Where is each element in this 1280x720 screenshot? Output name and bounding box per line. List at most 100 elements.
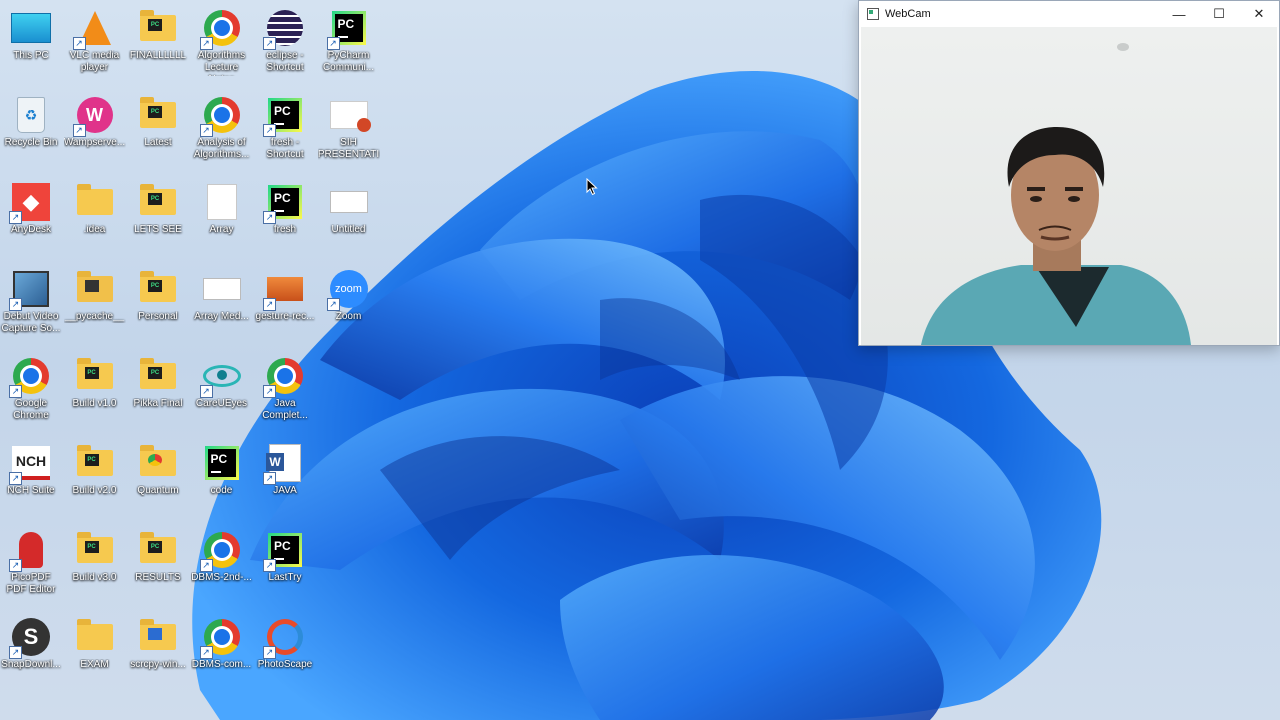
desktop-icon-folder-pc[interactable]: PC RESULTS: [127, 524, 189, 584]
desktop-icon-label: Build v1.0: [72, 398, 117, 409]
pycharm-icon: PC ↗: [263, 182, 305, 224]
desktop-icon-folder-dark[interactable]: __pycache__: [64, 263, 126, 323]
desktop-icon-label: scrcpy-win...: [130, 659, 186, 670]
desktop-icon-folder[interactable]: .idea: [64, 176, 126, 236]
desktop-icon-label: AnyDesk: [10, 224, 51, 235]
zoom-icon: zoom ↗: [326, 269, 369, 311]
shortcut-arrow-icon: ↗: [9, 298, 22, 311]
desktop-icon-folder-pc[interactable]: PC Personal: [127, 263, 189, 323]
shortcut-arrow-icon: ↗: [263, 559, 276, 572]
desktop-icon-folder-pc[interactable]: PC Pikka Final: [127, 350, 189, 410]
desktop-icon-label: PhotoScape: [257, 659, 313, 670]
desktop-icon-nch[interactable]: NCH ↗ NCH Suite: [0, 437, 62, 497]
desktop-icon-word[interactable]: W ↗ JAVA: [254, 437, 316, 497]
desktop-icon-chrome[interactable]: ↗ Analysis of Algorithms...: [191, 89, 253, 161]
desktop-icon-label: Recycle Bin: [4, 137, 58, 148]
desktop-icon-label: EXAM: [80, 659, 109, 670]
desktop-icon-pycharm[interactable]: PC ↗ fresh: [254, 176, 316, 236]
desktop-icon-chrome[interactable]: ↗ DBMS-com...: [191, 611, 253, 671]
desktop-icon-label: FINALLLLLL: [129, 50, 187, 61]
gesture-icon: ↗: [263, 269, 305, 311]
folder-blue-icon: [138, 617, 178, 657]
desktop-icon-wamp[interactable]: W ↗ Wampserve...: [64, 89, 126, 149]
folder-pc-icon: PC: [138, 95, 178, 135]
pycharm-icon: PC ↗: [326, 8, 369, 50]
desktop-icon-doc[interactable]: Array: [191, 176, 253, 236]
webcam-title-bar[interactable]: WebCam — ☐ ✕: [859, 1, 1279, 27]
folder-pc-icon: PC: [138, 8, 178, 48]
desktop-icon-label: Debut Video Capture So...: [1, 311, 61, 334]
folder-chrome-icon: [138, 443, 178, 483]
desktop-icon-label: CareUEyes: [195, 398, 248, 409]
folder-icon: [75, 182, 115, 222]
shortcut-arrow-icon: ↗: [9, 472, 22, 485]
eclipse-icon: ↗: [263, 8, 305, 50]
maximize-button[interactable]: ☐: [1199, 1, 1239, 27]
pico-icon: ↗: [9, 530, 51, 572]
chrome-icon: ↗: [199, 8, 242, 50]
desktop-icon-pycharm[interactable]: PC ↗ PyCharm Communi...: [318, 2, 380, 74]
webcam-video-feed: [861, 27, 1277, 345]
desktop-icon-label: DBMS-2nd-...: [191, 572, 252, 583]
desktop-icon-debut[interactable]: ↗ Debut Video Capture So...: [0, 263, 62, 335]
shortcut-arrow-icon: ↗: [326, 298, 340, 311]
eye-icon: ↗: [199, 356, 242, 398]
desktop-icon-label: PicoPDF PDF Editor: [6, 572, 56, 595]
desktop-icon-folder[interactable]: EXAM: [64, 611, 126, 671]
desktop-icon-label: This PC: [13, 50, 49, 61]
desktop-icon-label: Wampserve...: [63, 137, 126, 148]
desktop-icon-recycle[interactable]: ♻ Recycle Bin: [0, 89, 62, 149]
folder-dark-icon: [75, 269, 115, 309]
desktop-icon-zoom[interactable]: zoom ↗ Zoom: [318, 263, 380, 323]
shortcut-arrow-icon: ↗: [263, 298, 276, 311]
close-button[interactable]: ✕: [1239, 1, 1279, 27]
desktop-icon-chrome[interactable]: ↗ Java Complet...: [254, 350, 316, 422]
shortcut-arrow-icon: ↗: [72, 124, 86, 137]
desktop-icon-label: Latest: [144, 137, 172, 148]
desktop-icon-photoscape[interactable]: ↗ PhotoScape: [254, 611, 316, 671]
shortcut-arrow-icon: ↗: [199, 559, 213, 572]
desktop-icon-eclipse[interactable]: ↗ eclipse - Shortcut: [254, 2, 316, 74]
desktop-icon-folder-pc[interactable]: PC LETS SEE: [127, 176, 189, 236]
desktop-icon-pico[interactable]: ↗ PicoPDF PDF Editor: [0, 524, 62, 596]
desktop-icon-pycharm[interactable]: PC code: [191, 437, 253, 497]
debut-icon: ↗: [9, 269, 51, 311]
desktop-icon-anydesk[interactable]: ◆ ↗ AnyDesk: [0, 176, 62, 236]
desktop-icon-label: LETS SEE: [134, 224, 182, 235]
folder-pc-icon: PC: [138, 182, 178, 222]
desktop-icon-blank[interactable]: Array Med...: [191, 263, 253, 323]
desktop-icon-pycharm[interactable]: PC ↗ LastTry: [254, 524, 316, 584]
desktop-icon-snap[interactable]: S ↗ SnapDownl...: [0, 611, 62, 671]
folder-pc-icon: PC: [75, 530, 115, 570]
desktop-icon-label: gesture-rec...: [255, 311, 315, 322]
desktop-icon-ppt[interactable]: SIH PRESENTATI...: [318, 89, 380, 163]
desktop-icon-gesture[interactable]: ↗ gesture-rec...: [254, 263, 316, 323]
desktop-icon-blank[interactable]: Untitled: [318, 176, 380, 236]
desktop-icon-chrome[interactable]: ↗ Google Chrome: [0, 350, 62, 422]
minimize-button[interactable]: —: [1159, 1, 1199, 27]
shortcut-arrow-icon: ↗: [9, 211, 22, 224]
desktop-icon-eye[interactable]: ↗ CareUEyes: [191, 350, 253, 410]
desktop-icon-chrome[interactable]: ↗ DBMS-2nd-...: [191, 524, 253, 584]
desktop-icon-chrome[interactable]: ↗Algorithms Lecture Notes: [191, 2, 253, 76]
word-icon: W ↗: [263, 443, 305, 485]
desktop-icon-folder-blue[interactable]: scrcpy-win...: [127, 611, 189, 671]
chrome-icon: ↗: [199, 617, 242, 659]
desktop-icon-label: LastTry: [268, 572, 302, 583]
doc-icon: [202, 182, 242, 222]
blank-icon: [329, 182, 369, 222]
desktop-icon-pycharm[interactable]: PC ↗ fresh - Shortcut: [254, 89, 316, 161]
blank-icon: [202, 269, 242, 309]
desktop-icon-folder-pc[interactable]: PC Latest: [127, 89, 189, 149]
desktop-icon-vlc[interactable]: ↗ VLC media player: [64, 2, 126, 74]
desktop-icon-folder-chrome[interactable]: Quantum: [127, 437, 189, 497]
webcam-window[interactable]: WebCam — ☐ ✕: [858, 0, 1280, 346]
desktop-icon-folder-pc[interactable]: PC Build v3.0: [64, 524, 126, 584]
desktop-icon-label: code: [210, 485, 233, 496]
desktop-icon-folder-pc[interactable]: PC Build v1.0: [64, 350, 126, 410]
desktop-icon-folder-pc[interactable]: PC FINALLLLLL: [127, 2, 189, 62]
desktop-icon-thispc[interactable]: This PC: [0, 2, 62, 62]
photoscape-icon: ↗: [263, 617, 305, 659]
webcam-app-icon: [867, 8, 879, 20]
desktop-icon-folder-pc[interactable]: PC Build v2.0: [64, 437, 126, 497]
